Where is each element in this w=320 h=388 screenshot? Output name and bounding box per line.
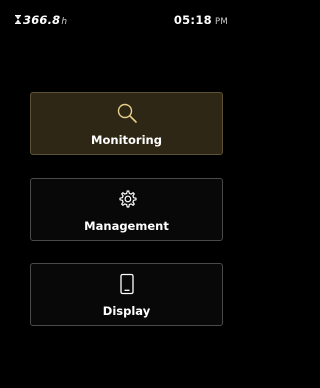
clock-time: 05:18	[173, 13, 212, 27]
management-label: Management	[84, 219, 169, 233]
management-button[interactable]: Management	[30, 178, 223, 241]
display-label: Display	[102, 304, 151, 318]
gear-icon	[118, 190, 137, 208]
status-bar: 366.8h 05:18 PM	[0, 0, 242, 28]
hourglass-icon	[15, 15, 21, 24]
clock-ampm: PM	[214, 17, 228, 27]
clock: 05:18 PM	[174, 13, 228, 27]
runtime-hours-value: 366.8	[23, 13, 61, 27]
monitoring-label: Monitoring	[91, 133, 162, 147]
tablet-icon	[119, 273, 134, 295]
runtime-hours-unit: h	[61, 17, 68, 27]
search-icon	[117, 103, 137, 123]
runtime-hours: 366.8h	[23, 13, 67, 27]
display-button[interactable]: Display	[30, 263, 223, 326]
monitoring-button[interactable]: Monitoring	[30, 92, 223, 155]
